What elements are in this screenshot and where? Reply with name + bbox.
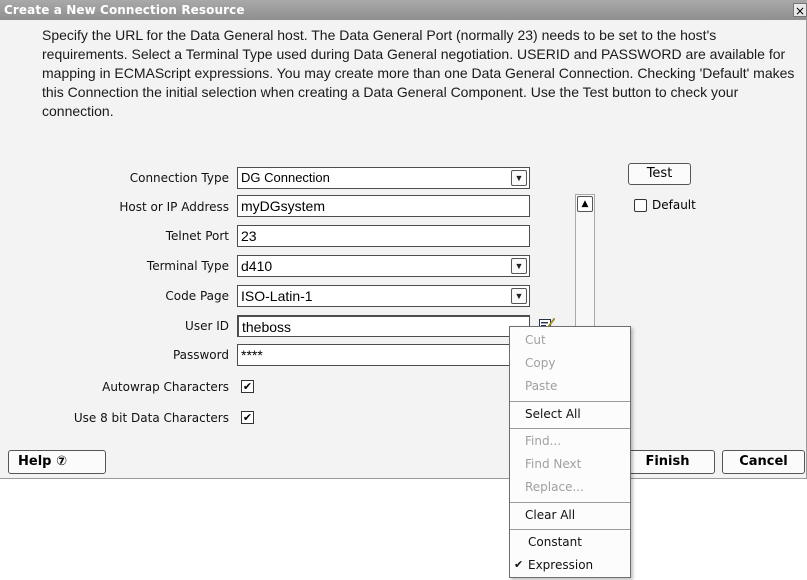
menu-item-find[interactable]: Find... <box>510 430 630 452</box>
menu-item-clear-all[interactable]: Clear All <box>510 504 630 526</box>
menu-item-copy[interactable]: Copy <box>510 352 630 374</box>
menu-item-select-all[interactable]: Select All <box>510 403 630 425</box>
menu-item-find-next[interactable]: Find Next <box>510 453 630 475</box>
code-page-select[interactable]: ISO-Latin-1 ▼ <box>237 285 530 307</box>
telnet-port-input[interactable]: 23 <box>237 225 530 247</box>
close-button[interactable]: × <box>793 3 807 18</box>
test-button[interactable]: Test <box>628 163 691 185</box>
autowrap-checkbox[interactable]: ✔ <box>241 380 254 393</box>
terminal-type-label: Terminal Type <box>146 259 229 273</box>
menu-item-replace[interactable]: Replace... <box>510 476 630 498</box>
password-input[interactable]: **** <box>237 344 527 366</box>
connection-type-value: DG Connection <box>241 170 330 185</box>
instructions-text: Specify the URL for the Data General hos… <box>42 27 795 119</box>
menu-item-expression[interactable]: ✔ Expression <box>510 554 630 576</box>
code-page-label: Code Page <box>165 289 229 303</box>
chevron-down-icon[interactable]: ▼ <box>511 288 527 304</box>
checkmark-icon: ✔ <box>514 558 524 571</box>
user-id-label: User ID <box>185 319 229 333</box>
cancel-button[interactable]: Cancel <box>722 450 805 474</box>
use-8bit-label: Use 8 bit Data Characters <box>73 411 229 425</box>
connection-type-select[interactable]: DG Connection ▼ <box>237 167 530 189</box>
title-bar[interactable]: Create a New Connection Resource × <box>0 0 807 20</box>
use-8bit-checkbox[interactable]: ✔ <box>241 411 254 424</box>
finish-button[interactable]: Finish <box>620 450 715 474</box>
terminal-type-select[interactable]: d410 ▼ <box>237 255 530 277</box>
code-page-value: ISO-Latin-1 <box>241 288 313 304</box>
menu-separator <box>510 428 630 429</box>
autowrap-label: Autowrap Characters <box>102 380 229 394</box>
menu-item-constant[interactable]: Constant <box>510 531 630 553</box>
chevron-down-icon[interactable]: ▼ <box>511 170 527 186</box>
connection-type-label: Connection Type <box>129 171 229 185</box>
chevron-down-icon[interactable]: ▼ <box>511 258 527 274</box>
menu-separator <box>510 529 630 530</box>
context-menu: Cut Copy Paste Select All Find... Find N… <box>509 326 631 578</box>
chevron-up-icon[interactable]: ▲ <box>577 196 593 212</box>
menu-separator <box>510 502 630 503</box>
menu-item-paste[interactable]: Paste <box>510 375 630 397</box>
telnet-port-label: Telnet Port <box>165 229 229 243</box>
help-button[interactable]: Help ⑦ <box>8 450 106 474</box>
menu-separator <box>510 401 630 402</box>
connection-dialog: Create a New Connection Resource × Speci… <box>0 0 807 524</box>
user-id-input[interactable]: theboss <box>237 315 530 337</box>
host-label: Host or IP Address <box>119 200 229 214</box>
menu-item-cut[interactable]: Cut <box>510 329 630 351</box>
default-label: Default <box>652 198 696 212</box>
menu-item-expression-label: Expression <box>528 558 594 572</box>
window-title: Create a New Connection Resource <box>4 3 245 17</box>
host-input[interactable]: myDGsystem <box>237 195 530 217</box>
terminal-type-value: d410 <box>241 258 273 274</box>
default-checkbox[interactable] <box>634 199 647 212</box>
password-label: Password <box>172 348 229 362</box>
